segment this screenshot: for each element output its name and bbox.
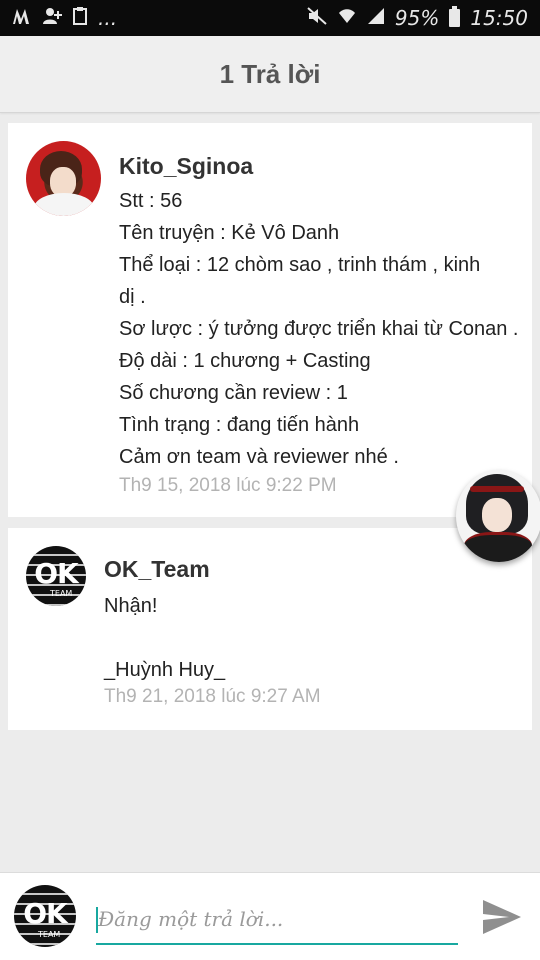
comment-timestamp: Th9 15, 2018 lúc 9:22 PM [119,475,337,496]
comment-card: Kito_Sginoa Stt : 56 Tên truyện : Kẻ Vô … [8,123,532,517]
m-app-icon [12,7,32,29]
header: 1 Trả lời [0,36,540,113]
comment-author[interactable]: OK_Team [104,556,210,583]
floating-chat-head[interactable] [456,470,540,562]
comment-line: Số chương cần review : 1 [119,382,348,404]
avatar-logo-ok: OK [23,896,67,930]
status-time: 15:50 [470,6,528,30]
signal-icon [367,7,385,29]
comment-line: Sơ lược : ý tưởng được triển khai từ Con… [119,318,519,340]
reply-bar: OK TEAM [0,872,540,960]
avatar-logo-team: TEAM [38,930,61,939]
more-dots-icon: ... [98,6,118,30]
status-left: ... [12,6,117,30]
comment-card: OK TEAM OK_Team Nhận! _Huỳnh Huy_ Th9 21… [8,528,532,730]
comment-line: _Huỳnh Huy_ [104,659,226,681]
comment-timestamp: Th9 21, 2018 lúc 9:27 AM [104,686,321,707]
avatar[interactable] [26,141,101,216]
chat-head-face [482,498,512,532]
avatar[interactable]: OK TEAM [26,546,86,606]
clipboard-icon [72,7,88,29]
avatar-logo-team: TEAM [50,589,73,598]
comment-author[interactable]: Kito_Sginoa [119,153,253,180]
mute-icon [307,7,327,29]
status-bar: ... 95% 15:50 [0,0,540,36]
reply-input[interactable] [96,895,458,945]
battery-icon [449,6,461,27]
chat-head-robe [464,532,532,562]
chat-head-headband [470,486,524,492]
comment-line-blank [104,622,524,654]
comment-line: Độ dài : 1 chương + Casting [119,350,371,372]
comment-line: dị . [119,286,146,308]
send-icon [483,900,521,934]
status-right: 95% 15:50 [307,6,528,30]
wifi-icon [337,7,357,29]
text-caret [96,907,98,933]
comment-line: Thể loại : 12 chòm sao , trinh thám , ki… [119,254,481,276]
add-user-icon [42,7,62,29]
comment-line: Tình trạng : đang tiến hành [119,414,360,436]
comment-body: Stt : 56 Tên truyện : Kẻ Vô Danh Thể loạ… [119,185,527,473]
current-user-avatar: OK TEAM [14,885,76,947]
comment-line: Cảm ơn team và reviewer nhé . [119,446,399,468]
send-button[interactable] [478,895,526,939]
battery-percent: 95% [394,6,440,30]
comment-line: Nhận! [104,595,158,617]
comment-body: Nhận! _Huỳnh Huy_ [104,590,524,686]
avatar-logo-ok: OK [34,556,78,590]
avatar-shirt [34,193,94,216]
comment-line: Stt : 56 [119,190,183,212]
page-title: 1 Trả lời [219,58,321,89]
comment-line: Tên truyện : Kẻ Vô Danh [119,222,340,244]
